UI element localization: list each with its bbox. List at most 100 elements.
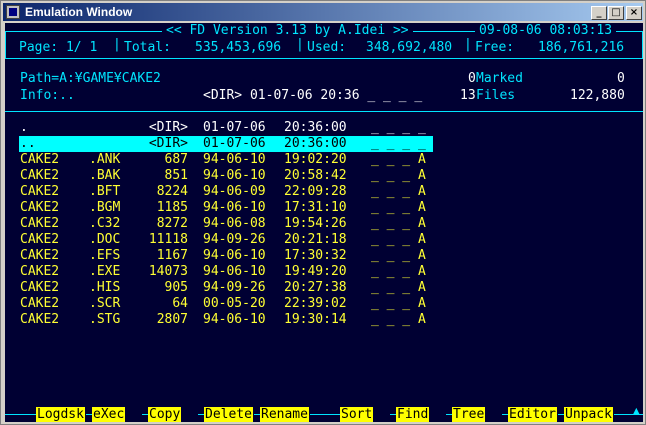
page-indicator: Page: 1/ 1 — [19, 40, 98, 55]
terminal-screen[interactable]: << FD Version 3.13 by A.Idei >> 09-08-06… — [5, 23, 643, 422]
file-time: 19:30:14 — [284, 312, 347, 327]
fkey-connector — [310, 414, 340, 415]
minimize-button[interactable]: _ — [591, 6, 607, 20]
fkey-line-left — [5, 414, 29, 415]
function-key-3[interactable]: Copy — [148, 407, 182, 422]
function-key-5[interactable]: Rename — [260, 407, 309, 422]
file-date: 94-06-08 — [203, 216, 266, 231]
version-banner: << FD Version 3.13 by A.Idei >> — [162, 23, 413, 39]
fkey-connector — [86, 414, 92, 415]
app-icon — [6, 5, 20, 19]
total-label: Total: — [124, 40, 171, 55]
function-key-4[interactable]: Delete — [204, 407, 253, 422]
file-name: CAKE2 — [20, 168, 60, 183]
file-ext: .DOC — [89, 232, 121, 247]
function-key-8[interactable]: Tree — [452, 407, 486, 422]
file-date: 94-06-10 — [203, 264, 266, 279]
file-attr: _ _ _ A — [371, 168, 426, 183]
file-attr: _ _ _ A — [371, 216, 426, 231]
used-label: Used: — [307, 40, 347, 55]
file-time: 17:31:10 — [284, 200, 347, 215]
file-size: 8224 — [156, 184, 188, 199]
file-size: 2807 — [156, 312, 188, 327]
file-date: 94-06-10 — [203, 152, 266, 167]
file-name: CAKE2 — [20, 200, 60, 215]
files-value: 122,880 — [570, 88, 625, 103]
file-date: 94-06-09 — [203, 184, 266, 199]
maximize-button[interactable]: □ — [608, 6, 624, 20]
scroll-marker-icon: ▲ — [633, 404, 640, 417]
function-key-2[interactable]: eXec — [92, 407, 126, 422]
file-time: 20:27:38 — [284, 280, 347, 295]
file-time: 20:36:00 — [284, 136, 347, 151]
function-key-9[interactable]: Editor — [508, 407, 557, 422]
free-value: 186,761,216 — [538, 40, 625, 55]
file-attr: _ _ _ _ — [371, 136, 426, 151]
file-time: 22:09:28 — [284, 184, 347, 199]
file-ext: .EFS — [89, 248, 121, 263]
fkey-connector — [614, 414, 622, 415]
file-size: 14073 — [148, 264, 188, 279]
sep: | — [464, 37, 472, 52]
file-size: 11118 — [148, 232, 188, 247]
file-name: CAKE2 — [20, 152, 60, 167]
function-key-1[interactable]: Logdsk — [36, 407, 85, 422]
file-date: 00-05-20 — [203, 296, 266, 311]
files-count: 13 — [460, 88, 476, 103]
file-size: <DIR> — [148, 120, 188, 135]
info-label: Info:.. — [20, 88, 75, 103]
file-attr: _ _ _ A — [371, 280, 426, 295]
separator-line — [5, 111, 643, 112]
file-size: 8272 — [156, 216, 188, 231]
file-ext: .BFT — [89, 184, 121, 199]
file-time: 17:30:32 — [284, 248, 347, 263]
file-size: 64 — [172, 296, 188, 311]
file-date: 94-09-26 — [203, 232, 266, 247]
marked-label: Marked — [476, 71, 523, 86]
file-name: . — [20, 120, 28, 135]
file-date: 01-07-06 — [203, 136, 266, 151]
file-attr: _ _ _ A — [371, 296, 426, 311]
file-name: .. — [20, 136, 36, 151]
window-title: Emulation Window — [25, 5, 133, 19]
file-size: 905 — [164, 280, 188, 295]
fkey-connector — [254, 414, 260, 415]
title-bar[interactable]: Emulation Window _ □ × — [3, 3, 643, 21]
free-label: Free: — [475, 40, 515, 55]
file-name: CAKE2 — [20, 248, 60, 263]
file-name: CAKE2 — [20, 264, 60, 279]
path-display: Path=A:¥GAME¥CAKE2 — [20, 71, 161, 86]
emulation-window: Emulation Window _ □ × << FD Version 3.1… — [0, 0, 646, 425]
file-attr: _ _ _ A — [371, 264, 426, 279]
file-ext: .C32 — [89, 216, 121, 231]
fkey-connector — [390, 414, 396, 415]
marked-value: 0 — [617, 71, 625, 86]
file-size: 687 — [164, 152, 188, 167]
file-date: 01-07-06 — [203, 120, 266, 135]
function-key-6[interactable]: Sort — [340, 407, 374, 422]
file-time: 20:58:42 — [284, 168, 347, 183]
file-time: 19:49:20 — [284, 264, 347, 279]
file-size: 1185 — [156, 200, 188, 215]
info-detail: <DIR> 01-07-06 20:36 _ _ _ _ — [203, 88, 423, 103]
function-key-7[interactable]: Find — [396, 407, 430, 422]
file-attr: _ _ _ A — [371, 184, 426, 199]
fkey-connector — [558, 414, 564, 415]
function-key-10[interactable]: Unpack — [564, 407, 613, 422]
file-date: 94-06-10 — [203, 312, 266, 327]
file-ext: .BAK — [89, 168, 121, 183]
used-value: 348,692,480 — [366, 40, 453, 55]
marked-count: 0 — [468, 71, 476, 86]
file-time: 19:54:26 — [284, 216, 347, 231]
file-date: 94-06-10 — [203, 200, 266, 215]
file-time: 22:39:02 — [284, 296, 347, 311]
file-date: 94-06-10 — [203, 248, 266, 263]
close-button[interactable]: × — [626, 6, 642, 20]
file-ext: .HIS — [89, 280, 121, 295]
file-size: <DIR> — [148, 136, 188, 151]
files-label: Files — [476, 88, 516, 103]
file-attr: _ _ _ A — [371, 152, 426, 167]
file-time: 20:21:18 — [284, 232, 347, 247]
file-name: CAKE2 — [20, 216, 60, 231]
file-ext: .ANK — [89, 152, 121, 167]
